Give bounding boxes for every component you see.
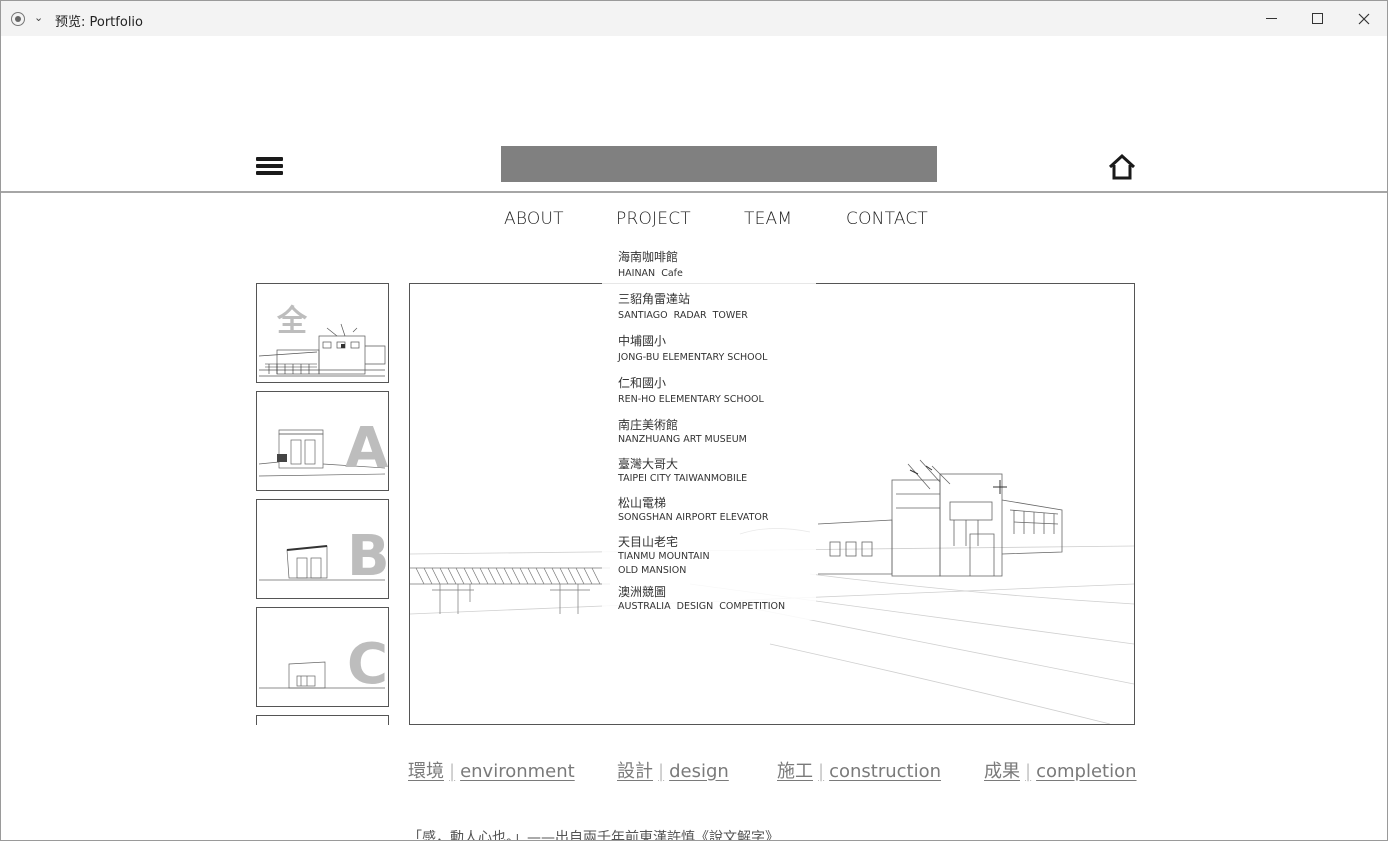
minimize-button[interactable] <box>1248 1 1294 36</box>
project-dropdown-menu: 海南咖啡館 HAINAN Cafe 三貂角雷達站 SANTIAGO RADAR … <box>602 245 816 620</box>
thumbnail-all[interactable]: 全 <box>256 283 389 383</box>
thumbnail-a[interactable]: A <box>256 391 389 491</box>
close-icon <box>1358 13 1370 24</box>
title-bar: ⌄ 预览: Portfolio <box>1 1 1387 36</box>
main-nav: ABOUT PROJECT TEAM CONTACT <box>1 209 1387 233</box>
thumbnail-label: B <box>347 524 389 589</box>
menu-item-ren-ho-school[interactable]: 仁和國小 REN-HO ELEMENTARY SCHOOL <box>618 376 816 407</box>
browser-window: ⌄ 预览: Portfolio ABOUT PROJECT TEAM CONTA… <box>0 0 1388 841</box>
category-completion-link[interactable]: 成果 | completion <box>984 757 1137 783</box>
category-construction-link[interactable]: 施工 | construction <box>777 757 941 783</box>
category-links: 環境 | environment 設計 | design 施工 | construction… <box>1 757 1387 785</box>
thumbnail-b[interactable]: B <box>256 499 389 599</box>
nav-contact[interactable]: CONTACT <box>846 209 928 229</box>
category-design-link[interactable]: 設計 | design <box>617 757 729 783</box>
thumbnail-c[interactable]: C <box>256 607 389 707</box>
nav-team[interactable]: TEAM <box>744 209 792 229</box>
close-button[interactable] <box>1341 1 1387 36</box>
intro-quote: 「感，動人心也。」——出自兩千年前東漢許慎《說文解字》 <box>408 830 779 841</box>
window-title: 预览: Portfolio <box>55 15 143 30</box>
menu-item-jong-bu-school[interactable]: 中埔國小 JONG-BU ELEMENTARY SCHOOL <box>618 334 816 365</box>
site-logo[interactable] <box>501 146 937 182</box>
thumbnail-label: A <box>345 416 389 481</box>
thumbnail-d[interactable] <box>256 715 389 725</box>
thumbnail-label: C <box>347 632 389 697</box>
thumbnail-label: 全 <box>277 304 307 339</box>
menu-item-santiago-radar[interactable]: 三貂角雷達站 SANTIAGO RADAR TOWER <box>618 292 816 323</box>
nav-project[interactable]: PROJECT <box>616 209 691 229</box>
chevron-down-icon[interactable]: ⌄ <box>34 11 43 24</box>
app-icon[interactable] <box>11 12 25 26</box>
home-icon[interactable] <box>1107 153 1137 181</box>
menu-item-tianmu-mansion[interactable]: 天目山老宅 TIANMU MOUNTAIN OLD MANSION <box>618 535 816 578</box>
hamburger-icon[interactable] <box>256 156 284 176</box>
menu-item-nanzhuang-museum[interactable]: 南庄美術館 NANZHUANG ART MUSEUM <box>618 418 816 447</box>
maximize-icon <box>1311 13 1323 24</box>
menu-item-australia-competition[interactable]: 澳洲競圖 AUSTRALIA DESIGN COMPETITION <box>618 585 816 614</box>
maximize-button[interactable] <box>1294 1 1340 36</box>
header-divider <box>1 191 1387 193</box>
nav-about[interactable]: ABOUT <box>504 209 564 229</box>
menu-item-taiwanmobile[interactable]: 臺灣大哥大 TAIPEI CITY TAIWANMOBILE <box>618 457 816 486</box>
minimize-icon <box>1265 18 1277 19</box>
category-environment-link[interactable]: 環境 | environment <box>408 757 575 783</box>
thumbnail-list: 全 A B C <box>256 283 389 725</box>
menu-item-songshan-elevator[interactable]: 松山電梯 SONGSHAN AIRPORT ELEVATOR <box>618 496 816 525</box>
menu-item-hainan-cafe[interactable]: 海南咖啡館 HAINAN Cafe <box>618 250 816 281</box>
